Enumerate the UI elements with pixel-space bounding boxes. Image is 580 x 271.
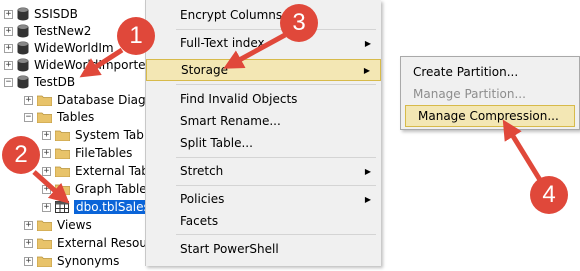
annotation-arrow-2 [32,170,70,204]
callout-4: 4 [530,176,568,214]
callout-3: 3 [280,4,318,42]
callout-1: 1 [117,17,155,55]
callout-2: 2 [2,136,40,174]
annotation-arrow-1 [79,47,124,78]
annotation-arrow-4 [502,119,543,182]
annotation-arrow-3 [223,32,287,69]
